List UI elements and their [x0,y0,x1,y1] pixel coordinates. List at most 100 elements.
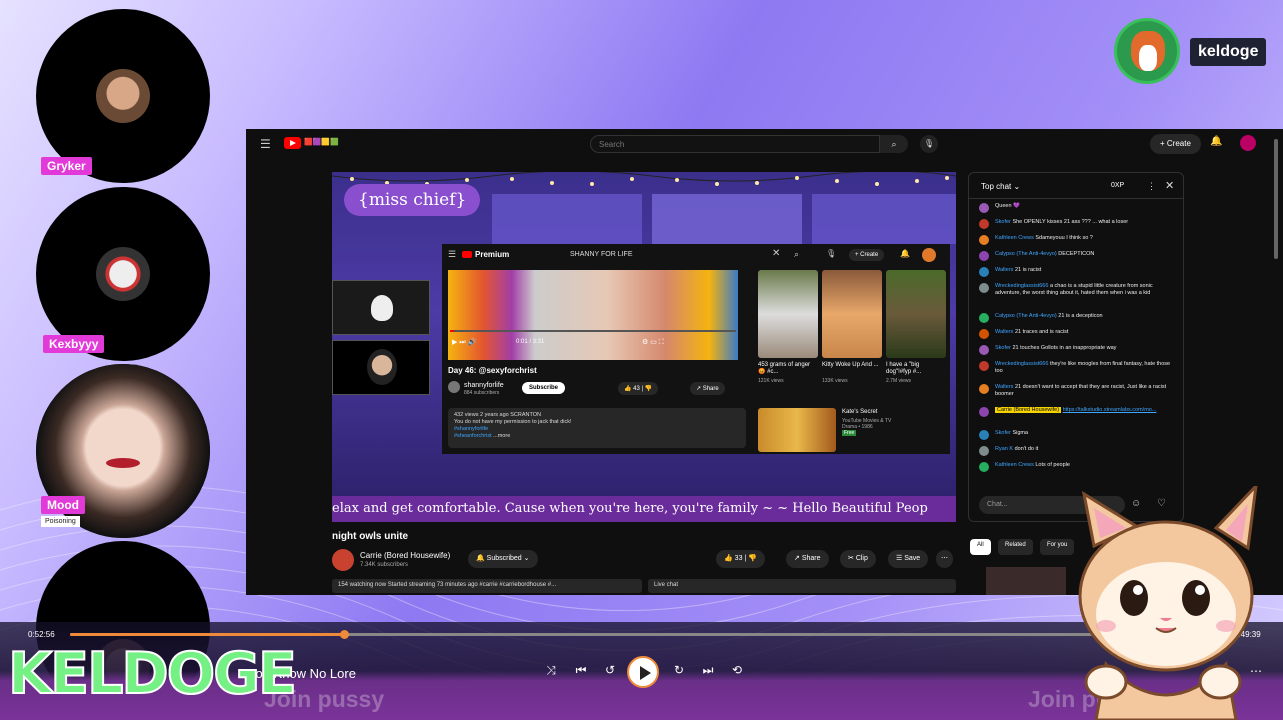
notifications-bell-icon[interactable]: 🔔 [1210,136,1222,147]
tab-all[interactable]: All [970,539,991,555]
short-thumb-1[interactable] [758,270,818,358]
nested-subscribe-button[interactable]: Subscribe [522,382,566,394]
next-icon[interactable]: ⏭ [699,663,717,678]
chat-avatar[interactable] [979,384,989,394]
search-input[interactable]: Search [590,135,880,153]
page-scrollbar[interactable] [1274,139,1278,259]
channel-name[interactable]: Carrie (Bored Housewife) [360,551,450,560]
nested-video-progress[interactable] [450,330,736,332]
more-options-icon[interactable]: ⋯ [936,550,953,568]
close-icon[interactable]: ✕ [772,248,780,259]
seek-bar-handle[interactable] [339,630,349,639]
chat-username[interactable]: Kathleen Crews [995,462,1034,468]
stream-side-cams [332,280,430,440]
more-options-icon[interactable]: ⋮ [1147,181,1156,192]
elapsed-time: 0:52:56 [28,630,55,639]
mic-button[interactable]: 🎙 [920,135,938,153]
live-chat-tab[interactable]: Live chat [648,579,956,593]
mic-icon[interactable]: 🎙 [826,249,836,258]
chat-message: Wreckedinglassist666 a chao is a stupid … [979,283,1175,297]
status-tag-mood: Poisoning [41,516,80,527]
recommended-thumbnail[interactable] [986,567,1066,595]
search-icon[interactable]: ⌕ [794,249,799,260]
chat-username[interactable]: Walters [995,384,1013,390]
clip-button[interactable]: ✂ Clip [840,550,876,568]
chat-avatar[interactable] [979,407,989,417]
chat-avatar[interactable] [979,361,989,371]
movie-thumbnail[interactable] [758,408,836,452]
like-button[interactable]: 👍 33 | 👎 [716,550,765,568]
nested-share-button[interactable]: ↗ Share [690,382,725,395]
chat-avatar[interactable] [979,462,989,472]
menu-icon[interactable]: ☰ [448,249,456,260]
shuffle-icon[interactable]: ⤨ [542,663,560,678]
chat-username[interactable]: Calypso (The Anti-4evyo) [995,313,1057,319]
chat-message: Kathleen Crews Sdameyouu I think so ? [979,235,1175,245]
chat-avatar[interactable] [979,313,989,323]
short-thumb-3[interactable] [886,270,946,358]
forward-30-icon[interactable]: ↻ [670,663,688,677]
youtube-logo[interactable] [284,137,301,149]
chat-username[interactable]: Skofer [995,345,1011,351]
chat-username[interactable]: Skofer [995,219,1011,225]
short-title-1[interactable]: 453 grams of anger 😡 #c... [758,362,816,376]
rewind-10-icon[interactable]: ↺ [601,663,619,677]
chat-avatar[interactable] [979,283,989,293]
chat-avatar[interactable] [979,446,989,456]
chat-avatar[interactable] [979,219,989,229]
chat-avatar[interactable] [979,235,989,245]
account-avatar[interactable] [1240,135,1256,151]
chat-text[interactable]: https://talkstudio.streamlabs.com/mo... [1063,407,1157,413]
chat-avatar[interactable] [979,345,989,355]
save-button[interactable]: ☰ Save [888,550,929,568]
create-button[interactable]: + Create [849,249,885,261]
seek-bar[interactable] [70,630,1230,639]
short-title-3[interactable]: I have a "big dog"!#fyp #... [886,362,944,376]
nested-like-button[interactable]: 👍 43 | 👎 [618,382,659,395]
short-title-2[interactable]: Kitty Woke Up And ... [822,362,880,369]
search-button[interactable]: ⌕ [880,135,908,153]
chat-avatar[interactable] [979,251,989,261]
chat-username[interactable]: Walters [995,267,1013,273]
chat-mode-selector[interactable]: Top chat ⌄ [981,182,1020,191]
close-icon[interactable]: ✕ [1165,179,1174,192]
repeat-icon[interactable]: ⟲ [728,663,746,677]
nested-channel-avatar[interactable] [448,381,460,393]
stream-video[interactable]: {miss chief} ☰ Premium SHANNY FOR LIFE ✕… [332,172,956,522]
nested-player-controls-icon[interactable]: ⚙ ▭ ⛶ [642,338,664,347]
chat-avatar[interactable] [979,267,989,277]
account-avatar[interactable] [922,248,936,262]
chat-username[interactable]: Walters [995,329,1013,335]
nested-video-time: 0:01 / 3:31 [516,339,545,345]
chat-username[interactable]: Calypso (The Anti-4evyo) [995,251,1057,257]
chat-username[interactable]: Wreckedinglassist666 [995,361,1048,367]
channel-emoji-icons: 🟥🟪🟨🟩 [304,139,339,146]
stream-meta[interactable]: 154 watching now Started streaming 73 mi… [332,579,642,593]
chat-avatar[interactable] [979,203,989,213]
chat-username[interactable]: Kathleen Crews [995,235,1034,241]
play-button[interactable] [627,656,659,688]
chat-username[interactable]: Ryan K [995,446,1013,452]
chat-username[interactable]: Wreckedinglassist666 [995,283,1048,289]
chat-username[interactable]: Carrie (Bored Housewife) [995,407,1062,413]
subscribed-button[interactable]: 🔔 Subscribed ⌄ [468,550,538,568]
movie-title[interactable]: Kate's Secret [842,409,878,415]
create-button[interactable]: + Create [1150,134,1201,154]
share-button[interactable]: ↗ Share [786,550,829,568]
nested-channel-name[interactable]: shannyforlife 884 subscribers [464,382,504,396]
notifications-bell-icon[interactable]: 🔔 [900,249,910,258]
chat-avatar[interactable] [979,329,989,339]
nested-play-icon[interactable]: ▶ ⏭ 🔊 [452,338,476,347]
chat-avatar[interactable] [979,430,989,440]
premium-logo[interactable]: Premium [462,250,509,259]
nested-description[interactable]: 432 views 2 years ago SCRANTON You do no… [448,408,746,448]
chat-username[interactable]: Skofer [995,430,1011,436]
channel-avatar[interactable] [332,549,354,571]
window-decor [812,194,956,244]
menu-icon[interactable]: ☰ [260,137,271,151]
nested-video-player[interactable] [448,270,738,360]
tab-related[interactable]: Related [998,539,1033,555]
short-thumb-2[interactable] [822,270,882,358]
webcam-face [96,247,150,301]
previous-icon[interactable]: ⏮ [572,663,590,678]
